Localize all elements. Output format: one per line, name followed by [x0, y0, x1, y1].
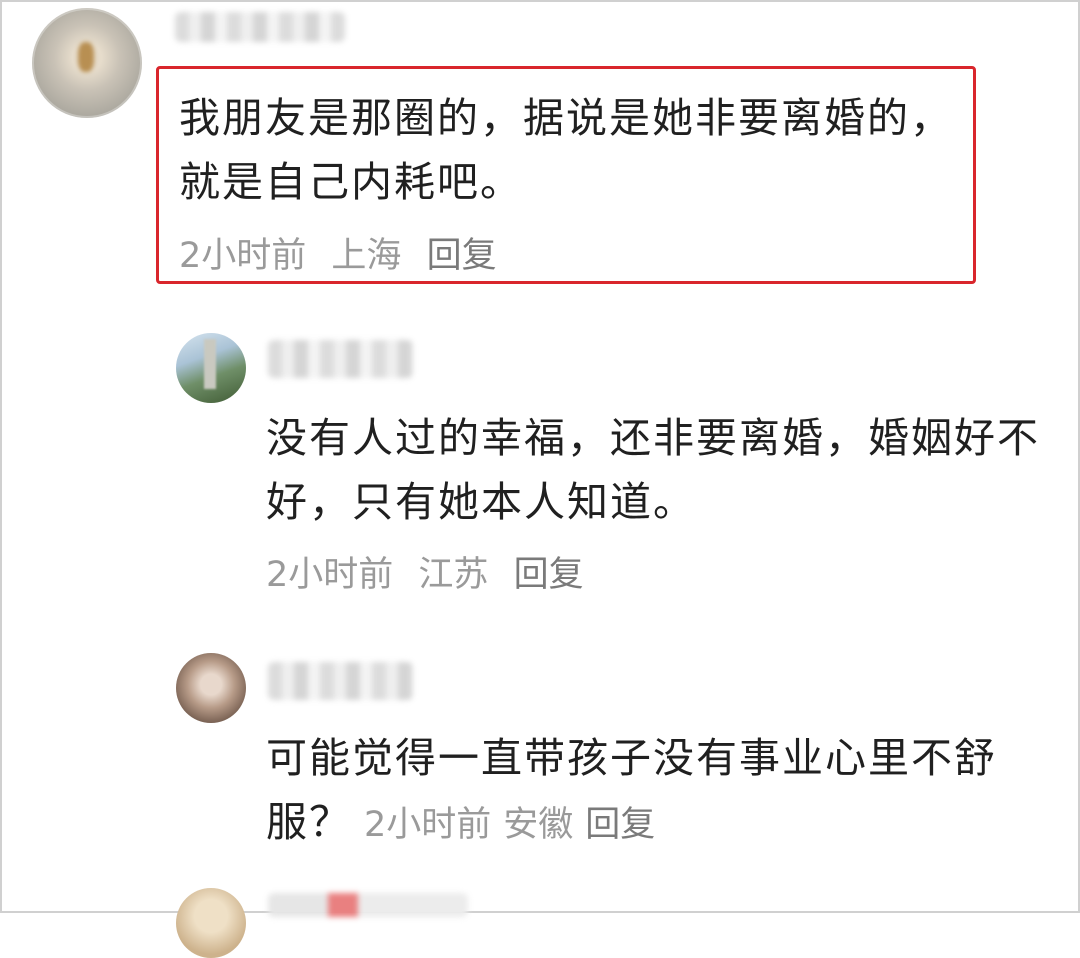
comment-meta: 2小时前 上海 回复	[179, 234, 497, 278]
reply-button[interactable]: 回复	[585, 805, 655, 845]
reply-button[interactable]: 回复	[514, 555, 584, 595]
comment-time: 2小时前	[364, 805, 492, 845]
comment-meta: 2小时前 江苏 回复	[266, 553, 584, 597]
avatar[interactable]	[32, 8, 142, 118]
reply-button[interactable]: 回复	[427, 236, 497, 276]
comment-time: 2小时前	[179, 236, 307, 276]
comment-meta: 2小时前 安徽 回复	[352, 805, 655, 845]
avatar[interactable]	[176, 653, 246, 723]
blurred-username	[175, 12, 345, 42]
comment-location: 江苏	[418, 555, 489, 595]
avatar[interactable]	[176, 333, 246, 403]
avatar[interactable]	[176, 888, 246, 958]
comment-time: 2小时前	[266, 555, 394, 595]
blurred-username	[268, 893, 468, 917]
comment-block: 可能觉得一直带孩子没有事业心里不舒服？ 2小时前 安徽 回复	[266, 726, 1056, 857]
blurred-username	[268, 340, 413, 378]
blurred-username	[268, 662, 413, 700]
comment-text: 我朋友是那圈的，据说是她非要离婚的，就是自己内耗吧。	[179, 94, 953, 206]
comment-location: 上海	[331, 236, 402, 276]
comment-location: 安徽	[503, 805, 574, 845]
comment-text: 没有人过的幸福，还非要离婚，婚姻好不好，只有她本人知道。	[266, 414, 1040, 526]
